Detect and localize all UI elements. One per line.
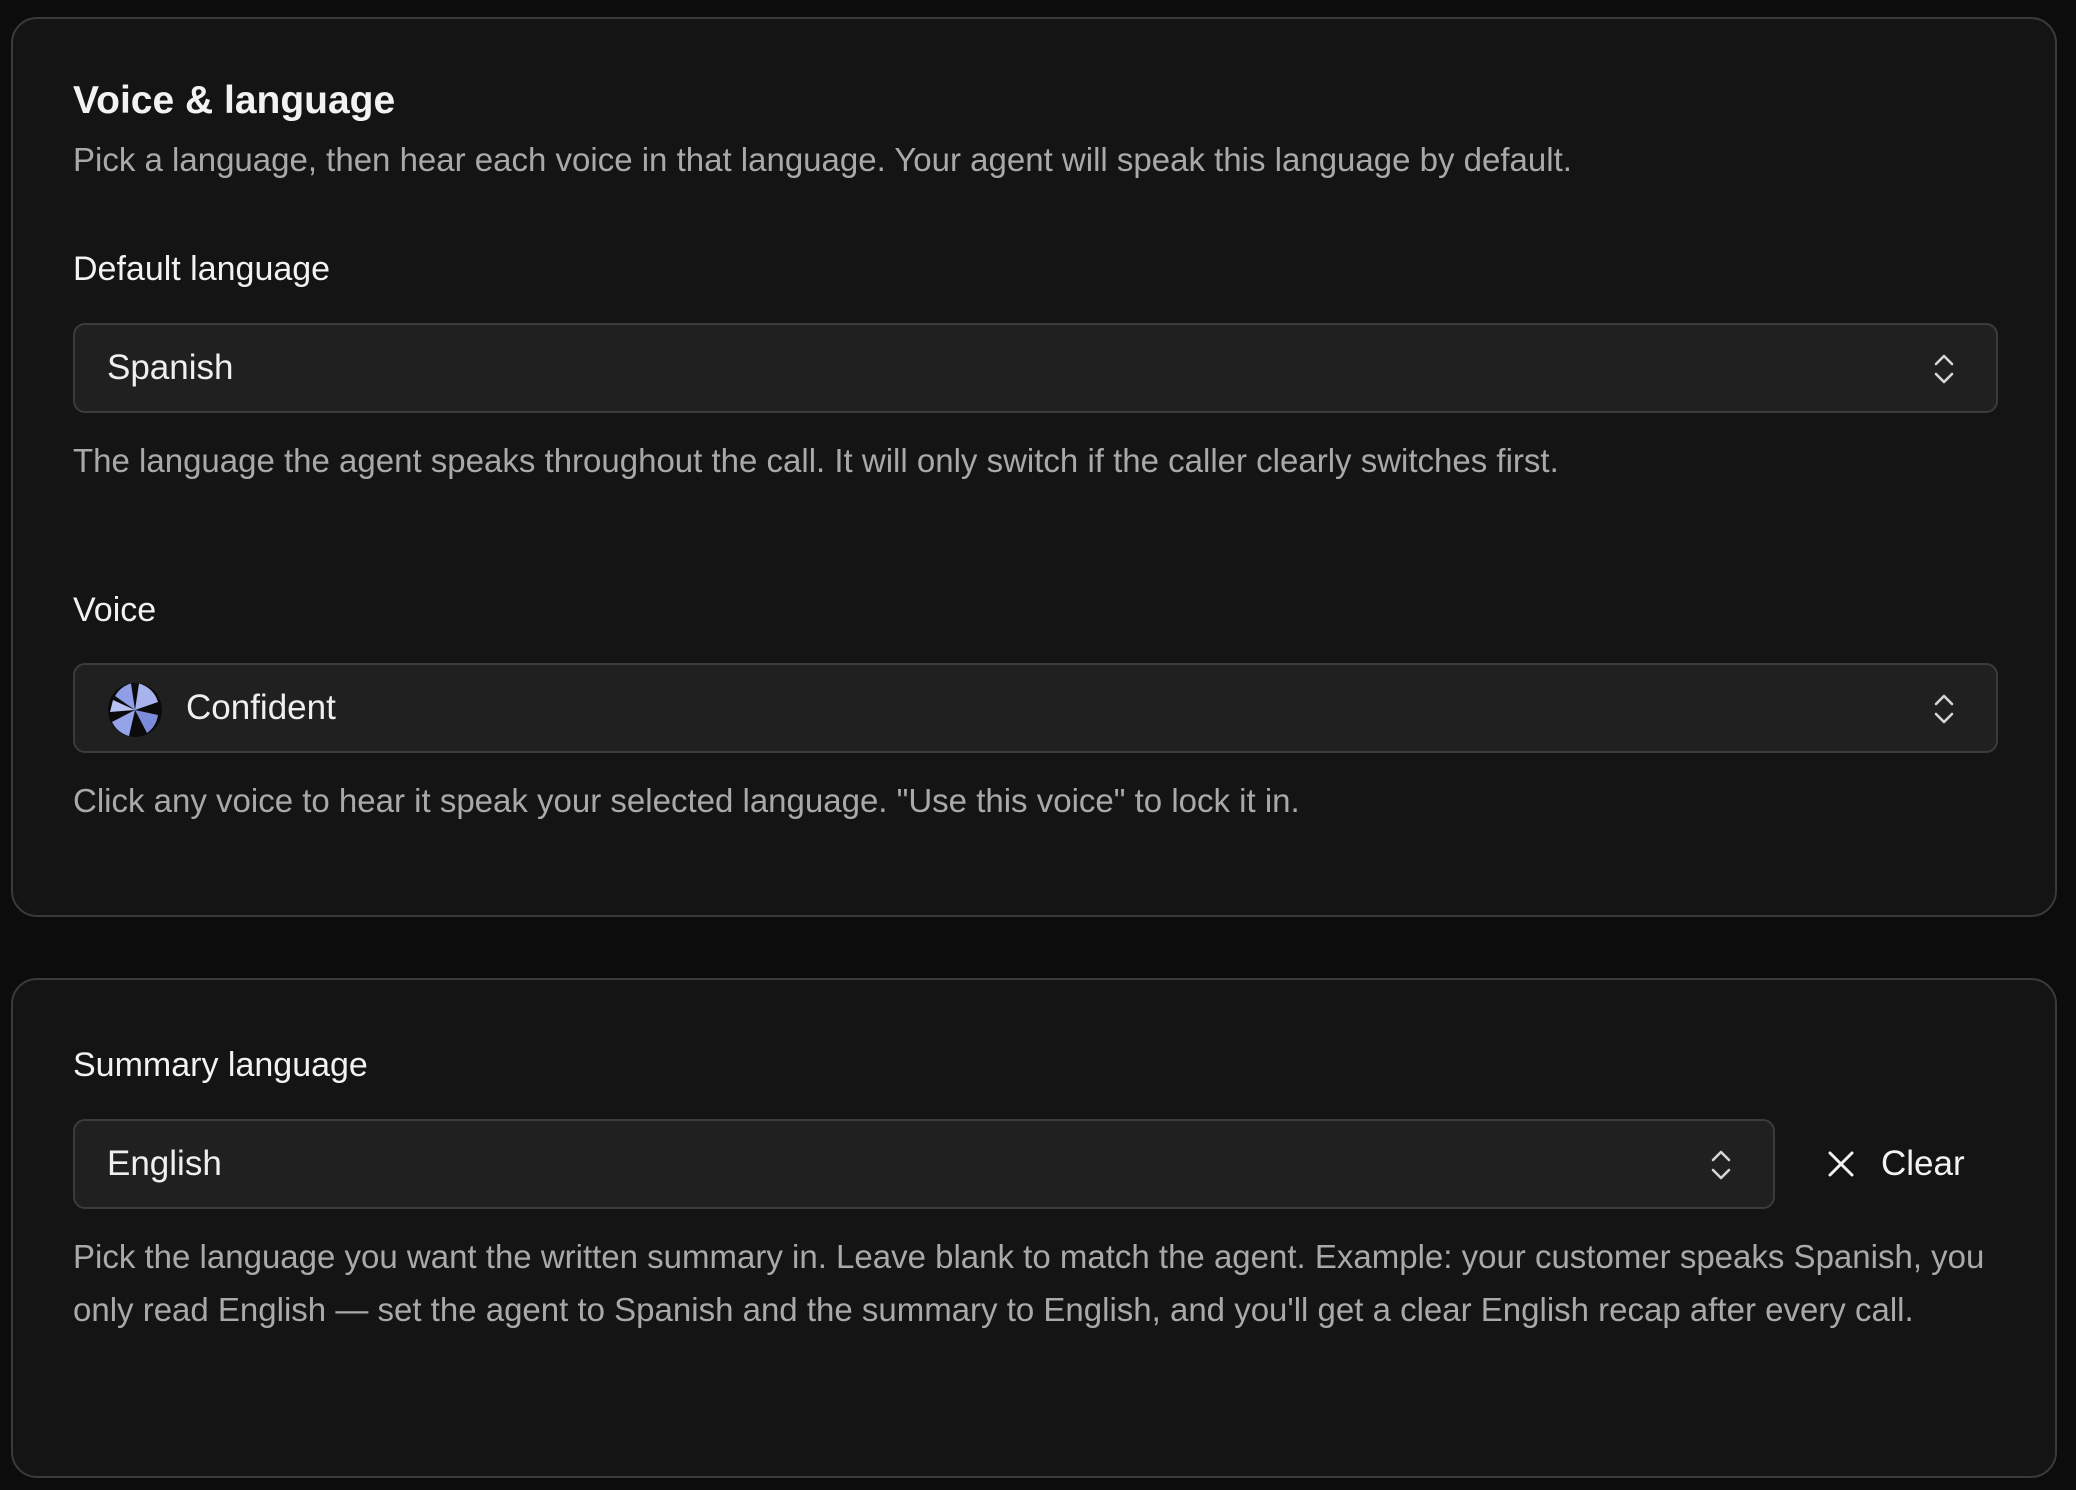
summary-language-help: Pick the language you want the written s… <box>73 1238 1985 1328</box>
chevron-up-down-icon <box>1934 354 1954 384</box>
chevron-up-down-icon <box>1711 1150 1731 1180</box>
summary-language-value: English <box>107 1144 222 1183</box>
voice-select[interactable]: Confident <box>73 663 1998 753</box>
default-language-select[interactable]: Spanish <box>73 323 1998 413</box>
summary-language-label: Summary language <box>73 1046 368 1084</box>
default-language-help: The language the agent speaks throughout… <box>73 442 1559 479</box>
summary-language-select[interactable]: English <box>73 1119 1775 1209</box>
default-language-value: Spanish <box>107 348 234 387</box>
summary-language-card: Summary language English Clear Pick the … <box>11 978 2057 1478</box>
clear-button[interactable]: Clear <box>1827 1134 1965 1194</box>
voice-help: Click any voice to hear it speak your se… <box>73 782 1300 819</box>
voice-value: Confident <box>186 688 336 727</box>
voice-language-card: Voice & language Pick a language, then h… <box>11 17 2057 917</box>
section-description: Pick a language, then hear each voice in… <box>73 141 1572 178</box>
default-language-label: Default language <box>73 250 331 288</box>
section-title: Voice & language <box>73 79 396 122</box>
close-icon <box>1828 1151 1854 1177</box>
voice-label: Voice <box>73 591 157 629</box>
clear-button-label: Clear <box>1881 1144 1965 1183</box>
voice-avatar <box>108 683 162 737</box>
chevron-up-down-icon <box>1934 694 1954 724</box>
